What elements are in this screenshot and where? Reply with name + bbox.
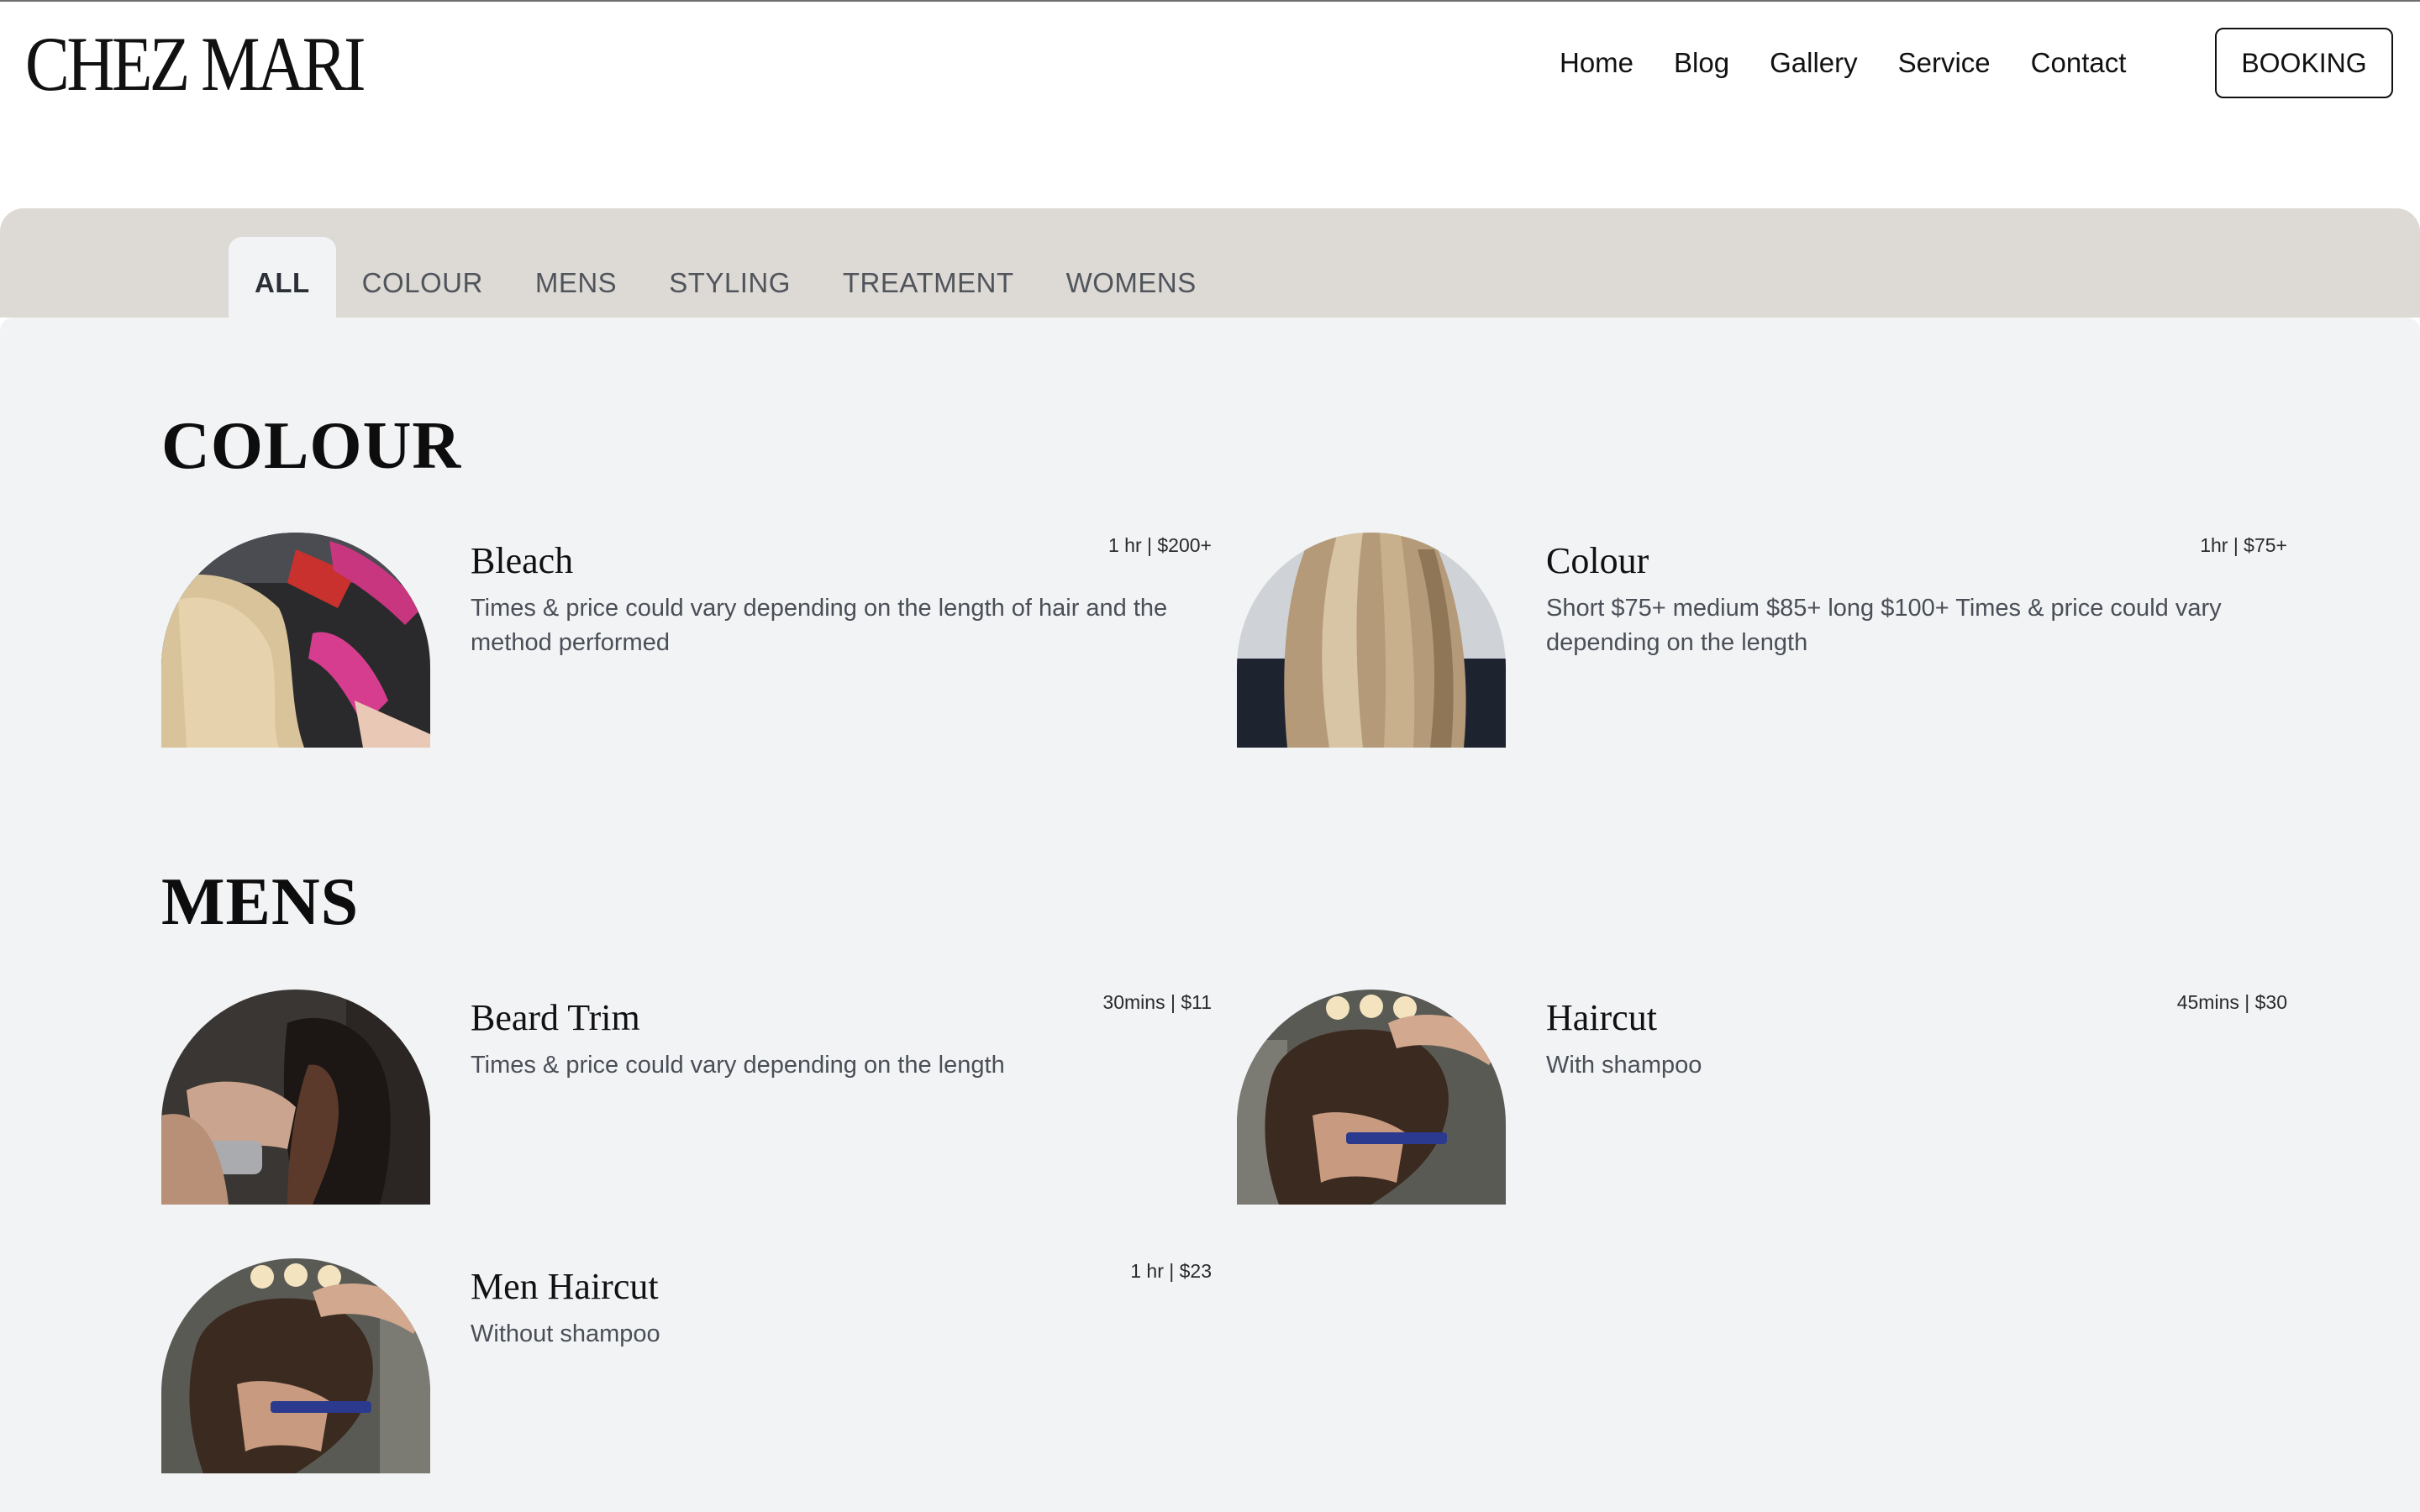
service-colour[interactable]: Colour 1hr | $75+ Short $75+ medium $85+… [1237,533,2287,751]
service-beard-trim[interactable]: Beard Trim 30mins | $11 Times & price co… [161,990,1212,1208]
service-meta: 1 hr | $200+ [1108,534,1212,556]
service-description: Short $75+ medium $85+ long $100+ Times … [1546,595,2222,656]
nav-contact[interactable]: Contact [2031,44,2127,82]
tab-treatment[interactable]: TREATMENT [817,237,1040,318]
nav-home[interactable]: Home [1560,44,1634,82]
service-description: Times & price could vary depending on th… [471,1052,1005,1079]
service-meta: 1 hr | $23 [1130,1260,1212,1282]
service-bleach[interactable]: Bleach 1 hr | $200+ Times & price could … [161,533,1212,751]
service-haircut[interactable]: Haircut 45mins | $30 With shampoo [1237,990,2287,1208]
colour-photo [1237,533,1506,748]
nav-gallery[interactable]: Gallery [1770,44,1858,82]
tab-mens[interactable]: MENS [509,237,643,318]
service-name: Beard Trim [471,997,640,1038]
service-name: Colour [1546,540,1649,581]
men-haircut-photo [161,1258,430,1473]
logo[interactable]: CHEZ MARI [25,22,366,106]
bleach-photo [161,533,430,748]
beard-trim-photo [161,990,430,1205]
service-description: Without shampoo [471,1320,660,1347]
nav-service[interactable]: Service [1898,44,1991,82]
tab-colour[interactable]: COLOUR [336,237,509,318]
site-header: CHEZ MARI Home Blog Gallery Service Cont… [0,2,2420,208]
services-content: COLOUR Bleach 1 hr | $200+ Times & price… [0,318,2420,1512]
category-tab-bar: ALL COLOUR MENS STYLING TREATMENT WOMENS [0,208,2420,318]
service-meta: 45mins | $30 [2176,991,2287,1013]
section-title-colour: COLOUR [161,409,462,483]
haircut-photo [1237,990,1506,1205]
section-title-mens: MENS [161,865,360,939]
category-tabs: ALL COLOUR MENS STYLING TREATMENT WOMENS [229,237,1223,318]
service-name: Bleach [471,540,574,581]
service-description: With shampoo [1546,1052,1702,1079]
booking-button[interactable]: BOOKING [2215,28,2393,98]
tab-styling[interactable]: STYLING [643,237,817,318]
service-description: Times & price could vary depending on th… [471,595,1168,656]
service-meta: 1hr | $75+ [2200,534,2287,556]
service-name: Men Haircut [471,1266,659,1307]
nav-blog[interactable]: Blog [1674,44,1729,82]
main-nav: Home Blog Gallery Service Contact [1560,44,2126,82]
tab-all[interactable]: ALL [229,237,336,318]
service-meta: 30mins | $11 [1102,991,1212,1013]
tab-womens[interactable]: WOMENS [1040,237,1223,318]
service-men-haircut[interactable]: Men Haircut 1 hr | $23 Without shampoo [161,1258,1212,1477]
service-name: Haircut [1546,997,1657,1038]
